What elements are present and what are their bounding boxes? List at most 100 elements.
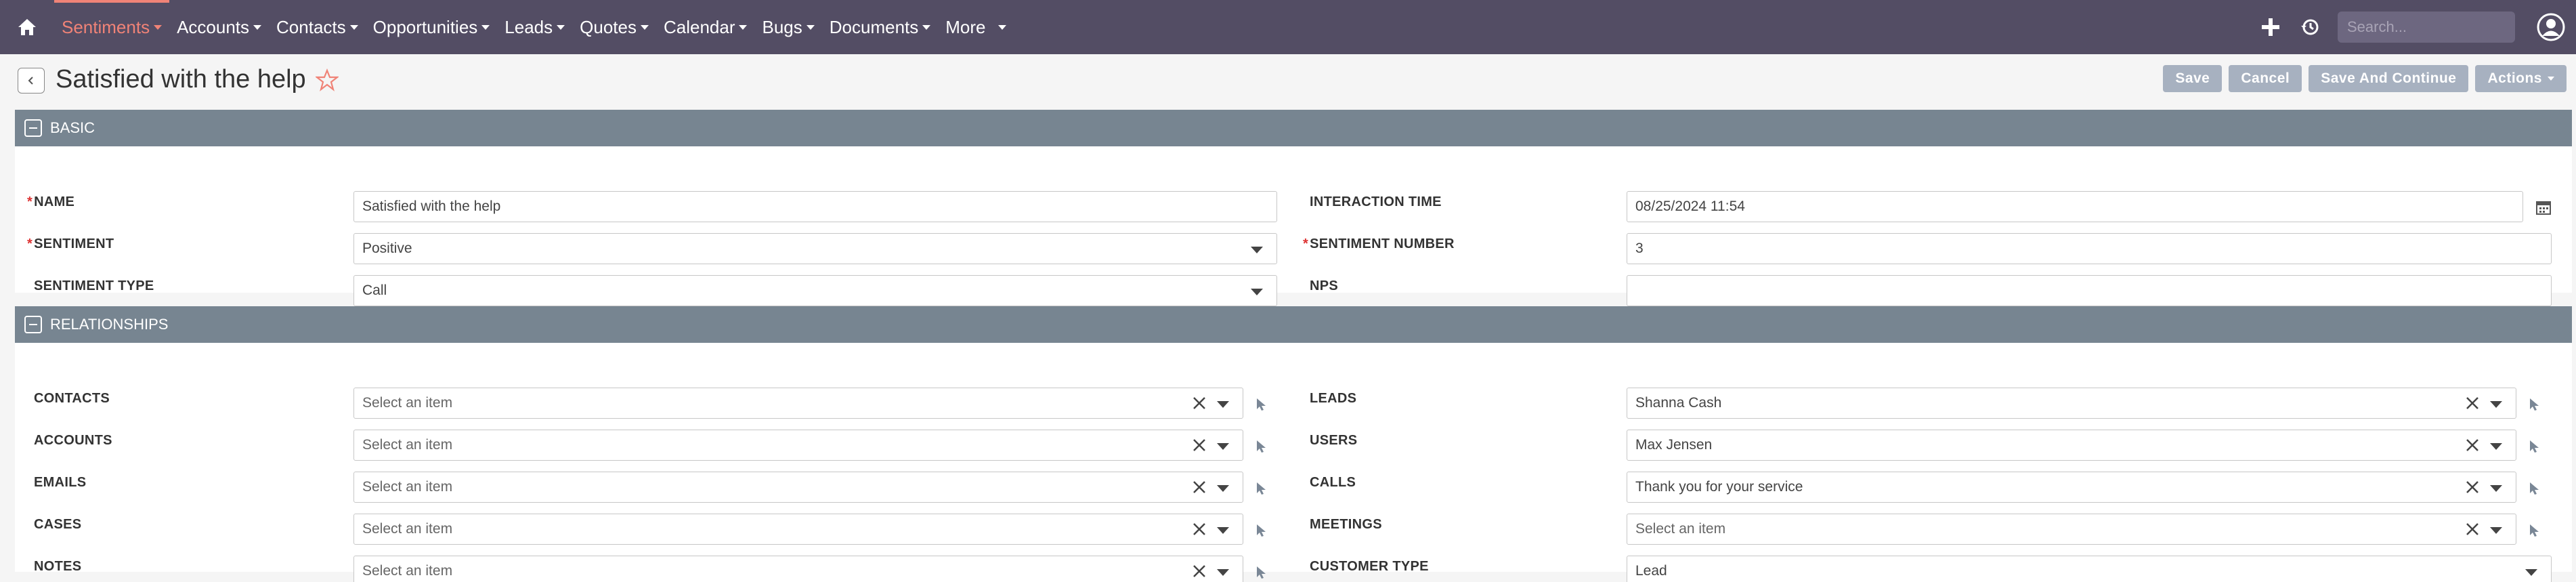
users-label: USERS: [1310, 433, 1358, 448]
dropdown-arrow-icon: [1251, 289, 1263, 295]
nav-item-opportunities[interactable]: Opportunities: [366, 0, 498, 54]
nav-item-quotes[interactable]: Quotes: [572, 0, 656, 54]
home-button[interactable]: [0, 0, 54, 54]
nav-item-sentiments[interactable]: Sentiments: [54, 0, 170, 54]
actions-dropdown-button[interactable]: Actions: [2475, 65, 2567, 92]
select-pointer-icon[interactable]: [1254, 481, 1269, 496]
dropdown-arrow-icon[interactable]: [2490, 527, 2502, 534]
search-input[interactable]: [2347, 18, 2542, 36]
notes-select[interactable]: Select an item: [353, 556, 1243, 582]
nav-item-documents[interactable]: Documents: [822, 0, 939, 54]
nav-item-bugs[interactable]: Bugs: [754, 0, 821, 54]
relationships-panel: RELATIONSHIPS CONTACTS Select an item AC…: [15, 306, 2572, 582]
history-icon: [2301, 19, 2319, 35]
dropdown-arrow-icon[interactable]: [2490, 485, 2502, 492]
clear-icon[interactable]: [2464, 395, 2481, 411]
select-pointer-icon[interactable]: [2527, 481, 2542, 496]
dropdown-arrow-icon[interactable]: [1217, 485, 1229, 492]
clear-icon[interactable]: [1191, 521, 1207, 537]
customer-type-label: CUSTOMER TYPE: [1310, 559, 1429, 574]
nav-item-calendar[interactable]: Calendar: [656, 0, 755, 54]
notes-value: Select an item: [362, 563, 453, 579]
select-pointer-icon[interactable]: [2527, 397, 2542, 412]
clear-icon[interactable]: [2464, 479, 2481, 495]
select-pointer-icon[interactable]: [1254, 439, 1269, 454]
relationships-panel-header[interactable]: RELATIONSHIPS: [15, 306, 2572, 343]
select-pointer-icon[interactable]: [1254, 565, 1269, 580]
select-pointer-icon[interactable]: [1254, 397, 1269, 412]
contacts-value: Select an item: [362, 395, 453, 411]
dropdown-arrow-icon[interactable]: [1217, 527, 1229, 534]
customer-type-select[interactable]: Lead: [1627, 556, 2552, 582]
back-button[interactable]: [18, 68, 45, 93]
emails-select[interactable]: Select an item: [353, 472, 1243, 503]
clear-icon[interactable]: [1191, 395, 1207, 411]
page-title: Satisfied with the help: [56, 65, 339, 94]
accounts-label: ACCOUNTS: [34, 433, 112, 448]
nav-item-more[interactable]: More: [938, 0, 1013, 54]
save-button[interactable]: Save: [2163, 65, 2223, 92]
accounts-select[interactable]: Select an item: [353, 430, 1243, 461]
favorite-star-icon[interactable]: [315, 68, 339, 91]
top-navigation-bar: Sentiments Accounts Contacts Opportuniti…: [0, 0, 2576, 54]
select-pointer-icon[interactable]: [2527, 523, 2542, 538]
basic-panel: BASIC * NAME Satisfied with the help INTE…: [15, 110, 2572, 306]
sentiment-number-label: * SENTIMENT NUMBER: [1303, 236, 1455, 251]
calendar-icon[interactable]: [2535, 199, 2552, 215]
caret-down-icon: [2548, 77, 2554, 81]
user-profile-button[interactable]: [2531, 0, 2571, 54]
cases-value: Select an item: [362, 521, 453, 537]
leads-select[interactable]: Shanna Cash: [1627, 388, 2516, 419]
users-value: Max Jensen: [1635, 437, 1713, 453]
interaction-time-field[interactable]: 08/25/2024 11:54: [1627, 191, 2523, 222]
dropdown-arrow-icon[interactable]: [2490, 401, 2502, 408]
relationships-panel-title: RELATIONSHIPS: [50, 316, 169, 333]
clear-icon[interactable]: [1191, 563, 1207, 579]
caret-down-icon: [640, 24, 649, 30]
required-asterisk: *: [27, 236, 33, 251]
select-pointer-icon[interactable]: [1254, 523, 1269, 538]
caret-down-icon: [806, 24, 815, 30]
calls-select[interactable]: Thank you for your service: [1627, 472, 2516, 503]
caret-down-icon: [557, 24, 565, 30]
save-and-continue-button[interactable]: Save And Continue: [2309, 65, 2469, 92]
sentiment-select[interactable]: Positive: [353, 233, 1277, 264]
nav-item-leads[interactable]: Leads: [497, 0, 572, 54]
clear-icon[interactable]: [2464, 521, 2481, 537]
collapse-icon[interactable]: [24, 316, 42, 333]
dropdown-arrow-icon[interactable]: [1217, 569, 1229, 576]
nps-field[interactable]: [1627, 275, 2552, 306]
cancel-button[interactable]: Cancel: [2229, 65, 2302, 92]
basic-panel-header[interactable]: BASIC: [15, 110, 2572, 146]
dropdown-arrow-icon[interactable]: [1217, 443, 1229, 450]
recently-viewed-button[interactable]: [2290, 0, 2330, 54]
clear-icon[interactable]: [2464, 437, 2481, 453]
caret-down-icon: [481, 24, 490, 30]
meetings-select[interactable]: Select an item: [1627, 514, 2516, 545]
users-select[interactable]: Max Jensen: [1627, 430, 2516, 461]
create-button[interactable]: [2251, 0, 2290, 54]
dropdown-arrow-icon[interactable]: [2490, 443, 2502, 450]
clear-icon[interactable]: [1191, 437, 1207, 453]
clear-icon[interactable]: [1191, 479, 1207, 495]
emails-label: EMAILS: [34, 475, 87, 490]
leads-label: LEADS: [1310, 391, 1357, 406]
caret-down-icon: [997, 24, 1006, 30]
required-asterisk: *: [27, 194, 33, 209]
sentiment-type-select[interactable]: Call: [353, 275, 1277, 306]
cases-select[interactable]: Select an item: [353, 514, 1243, 545]
basic-panel-title: BASIC: [50, 119, 95, 136]
module-menu: Sentiments Accounts Contacts Opportuniti…: [54, 0, 1014, 54]
sentiment-label: * SENTIMENT: [27, 236, 114, 251]
nav-item-accounts[interactable]: Accounts: [169, 0, 269, 54]
nav-item-contacts[interactable]: Contacts: [269, 0, 366, 54]
chevron-left-icon: [28, 77, 33, 85]
dropdown-arrow-icon[interactable]: [1217, 401, 1229, 408]
collapse-icon[interactable]: [24, 119, 42, 137]
sentiment-number-field[interactable]: 3: [1627, 233, 2552, 264]
contacts-select[interactable]: Select an item: [353, 388, 1243, 419]
name-field[interactable]: Satisfied with the help: [353, 191, 1277, 222]
select-pointer-icon[interactable]: [2527, 439, 2542, 454]
caret-down-icon: [253, 24, 262, 30]
name-label: * NAME: [27, 194, 75, 209]
